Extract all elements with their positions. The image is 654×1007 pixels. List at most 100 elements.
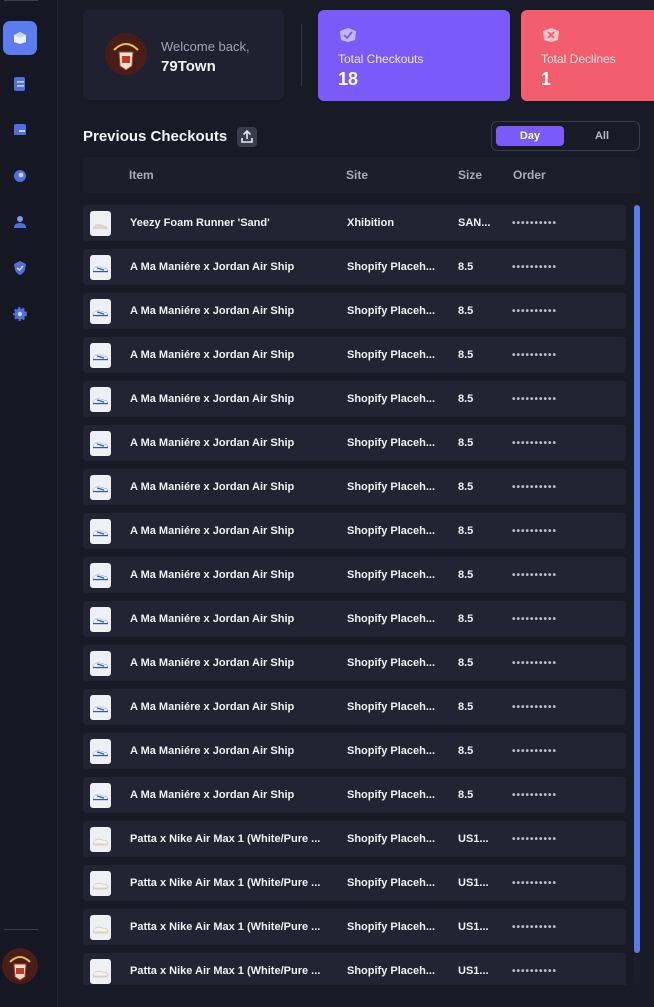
cell-item: A Ma Maniére x Jordan Air Ship (130, 481, 295, 493)
sidebar-item-dashboard[interactable] (3, 21, 37, 55)
user-avatar[interactable] (2, 948, 38, 984)
table-row[interactable]: A Ma Maniére x Jordan Air Ship Shopify Pl… (83, 293, 626, 329)
table-row[interactable]: A Ma Maniére x Jordan Air Ship Shopify Pl… (83, 425, 626, 461)
cell-order[interactable]: •••••••••• (512, 658, 602, 669)
cell-order[interactable]: •••••••••• (512, 702, 602, 713)
cell-order[interactable]: •••••••••• (512, 350, 602, 361)
cell-order[interactable]: •••••••••• (512, 746, 602, 757)
cell-size: US1... (458, 833, 489, 845)
cell-size: 8.5 (458, 789, 474, 801)
cell-site: Shopify Placeh... (347, 437, 436, 449)
cell-order[interactable]: •••••••••• (512, 614, 602, 625)
cell-site: Shopify Placeh... (347, 349, 436, 361)
cell-site: Shopify Placeh... (347, 657, 436, 669)
table-row[interactable]: Patta x Nike Air Max 1 (White/Pure ... Sh… (83, 909, 626, 945)
cell-item: Patta x Nike Air Max 1 (White/Pure ... (130, 965, 321, 977)
table-row[interactable]: Yeezy Foam Runner 'Sand' Xhibition SAN... •… (83, 205, 626, 241)
shoe-thumbnail-icon (92, 706, 109, 713)
cell-size: US1... (458, 965, 489, 977)
shoe-thumbnail-icon (92, 662, 109, 669)
cell-size: SAN... (458, 217, 491, 229)
product-thumbnail (90, 255, 111, 280)
cell-item: A Ma Maniére x Jordan Air Ship (130, 701, 295, 713)
cell-site: Shopify Placeh... (347, 261, 436, 273)
table-row[interactable]: A Ma Maniére x Jordan Air Ship Shopify Pl… (83, 381, 626, 417)
column-header-size: Size (458, 168, 483, 182)
cell-order[interactable]: •••••••••• (512, 526, 602, 537)
product-thumbnail (90, 299, 111, 324)
sidebar-item-accounts[interactable] (3, 205, 37, 239)
cell-order[interactable]: •••••••••• (512, 306, 602, 317)
table-row[interactable]: A Ma Maniére x Jordan Air Ship Shopify Pl… (83, 733, 626, 769)
shoe-thumbnail-icon (92, 266, 109, 273)
cell-size: 8.5 (458, 349, 474, 361)
total-checkouts-card: Total Checkouts 18 (318, 10, 510, 101)
cell-size: US1... (458, 877, 489, 889)
sidebar-item-profiles[interactable] (3, 113, 37, 147)
export-icon[interactable] (237, 127, 257, 147)
shoe-thumbnail-icon (92, 794, 109, 801)
shoe-thumbnail-icon (92, 310, 109, 317)
table-row[interactable]: A Ma Maniére x Jordan Air Ship Shopify Pl… (83, 513, 626, 549)
cell-item: A Ma Maniére x Jordan Air Ship (130, 745, 295, 757)
toggle-all[interactable]: All (568, 126, 636, 146)
cell-item: A Ma Maniére x Jordan Air Ship (130, 393, 295, 405)
table-row[interactable]: A Ma Maniére x Jordan Air Ship Shopify Pl… (83, 557, 626, 593)
product-thumbnail (90, 387, 111, 412)
table-row[interactable]: A Ma Maniére x Jordan Air Ship Shopify Pl… (83, 645, 626, 681)
shoe-thumbnail-icon (92, 530, 109, 537)
sidebar-item-proxies[interactable] (3, 159, 37, 193)
product-thumbnail (90, 475, 111, 500)
table-row[interactable]: A Ma Maniére x Jordan Air Ship Shopify Pl… (83, 689, 626, 725)
shoe-thumbnail-icon (93, 224, 108, 229)
product-thumbnail (90, 651, 111, 676)
cell-order[interactable]: •••••••••• (512, 570, 602, 581)
toggle-day[interactable]: Day (496, 126, 564, 146)
dashboard-icon (14, 32, 26, 44)
cell-order[interactable]: •••••••••• (512, 482, 602, 493)
cell-order[interactable]: •••••••••• (512, 922, 602, 933)
table-row[interactable]: Patta x Nike Air Max 1 (White/Pure ... Sh… (83, 953, 626, 985)
shoe-thumbnail-icon (92, 574, 109, 581)
total-checkouts-value: 18 (338, 69, 359, 89)
cell-order[interactable]: •••••••••• (512, 878, 602, 889)
cell-order[interactable]: •••••••••• (512, 834, 602, 845)
table-row[interactable]: Patta x Nike Air Max 1 (White/Pure ... Sh… (83, 821, 626, 857)
cell-site: Shopify Placeh... (347, 305, 436, 317)
cell-site: Shopify Placeh... (347, 789, 436, 801)
shoe-thumbnail-icon (92, 486, 109, 493)
cell-item: Patta x Nike Air Max 1 (White/Pure ... (130, 877, 321, 889)
product-thumbnail (90, 827, 111, 852)
captcha-shield-icon (14, 261, 26, 275)
table-row[interactable]: A Ma Maniére x Jordan Air Ship Shopify Pl… (83, 249, 626, 285)
sidebar-item-captcha[interactable] (3, 251, 37, 285)
cell-order[interactable]: •••••••••• (512, 262, 602, 273)
cell-order[interactable]: •••••••••• (512, 438, 602, 449)
cell-size: US1... (458, 921, 489, 933)
cell-site: Shopify Placeh... (347, 613, 436, 625)
cell-order[interactable]: •••••••••• (512, 790, 602, 801)
cell-order[interactable]: •••••••••• (512, 218, 602, 229)
cell-site: Shopify Placeh... (347, 965, 436, 977)
cell-site: Shopify Placeh... (347, 481, 436, 493)
table-row[interactable]: A Ma Maniére x Jordan Air Ship Shopify Pl… (83, 777, 626, 813)
sidebar-item-settings[interactable] (3, 297, 37, 331)
table-row[interactable]: Patta x Nike Air Max 1 (White/Pure ... Sh… (83, 865, 626, 901)
table-row[interactable]: A Ma Maniére x Jordan Air Ship Shopify Pl… (83, 601, 626, 637)
table-row[interactable]: A Ma Maniére x Jordan Air Ship Shopify Pl… (83, 469, 626, 505)
total-declines-value: 1 (541, 69, 552, 89)
sidebar-item-tasks[interactable] (3, 67, 37, 101)
product-thumbnail (90, 959, 111, 984)
cell-size: 8.5 (458, 525, 474, 537)
total-declines-card: Total Declines 1 (521, 10, 654, 101)
shoe-thumbnail-icon (92, 398, 109, 405)
cell-item: A Ma Maniére x Jordan Air Ship (130, 789, 295, 801)
cell-site: Shopify Placeh... (347, 745, 436, 757)
scrollbar-thumb[interactable] (634, 205, 640, 953)
cell-site: Shopify Placeh... (347, 877, 436, 889)
table-row[interactable]: A Ma Maniére x Jordan Air Ship Shopify Pl… (83, 337, 626, 373)
total-checkouts-label: Total Checkouts (338, 52, 424, 66)
cell-order[interactable]: •••••••••• (512, 966, 602, 977)
cell-order[interactable]: •••••••••• (512, 394, 602, 405)
cell-item: A Ma Maniére x Jordan Air Ship (130, 437, 295, 449)
